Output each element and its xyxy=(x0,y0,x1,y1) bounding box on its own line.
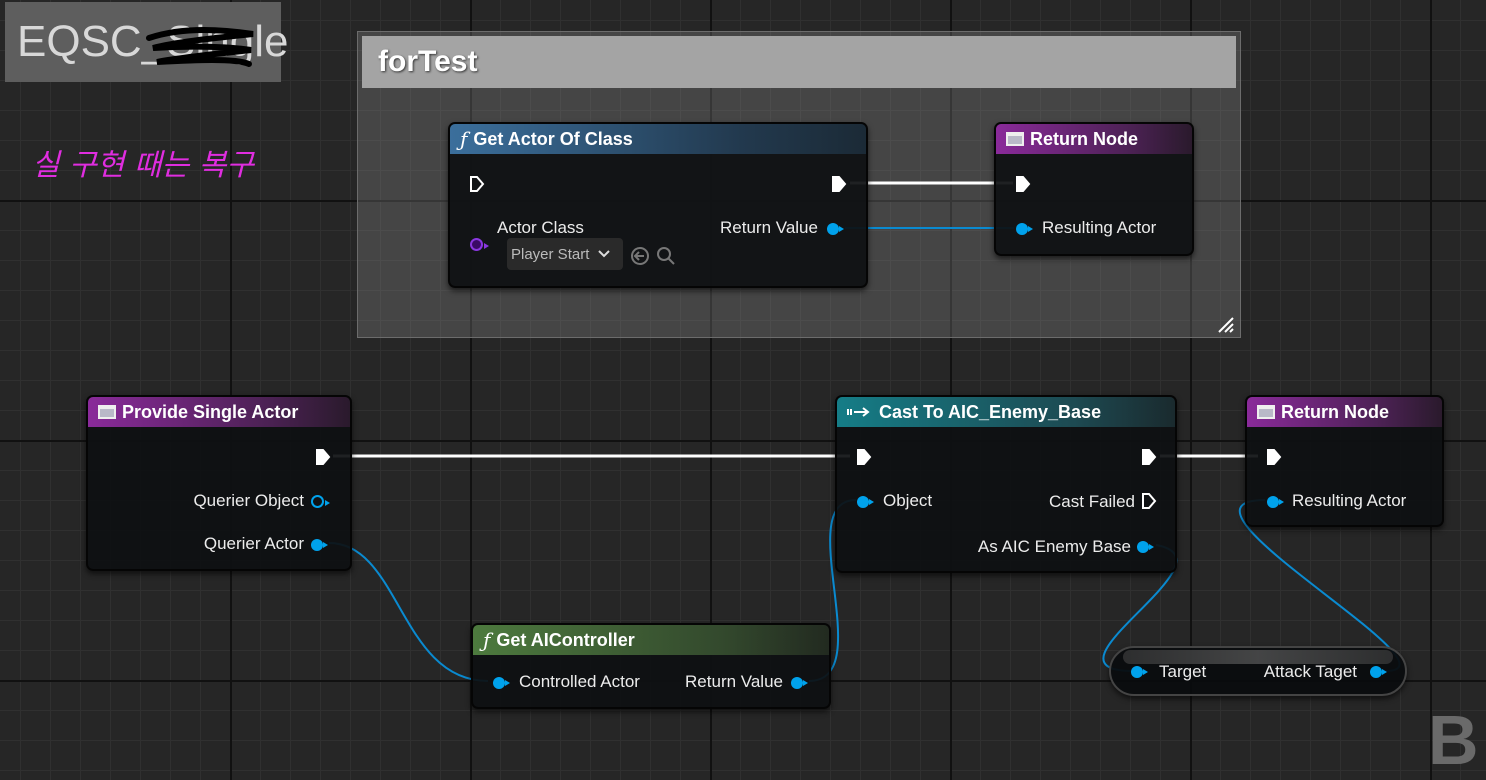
node-title: Get AIController xyxy=(496,629,635,650)
return-value-pin[interactable] xyxy=(791,677,808,689)
return-value-pin[interactable] xyxy=(827,223,844,235)
object-pin[interactable] xyxy=(857,496,874,508)
node-get-aicontroller[interactable]: ƒ Get AIController Controlled Actor Retu… xyxy=(471,623,831,709)
querier-object-pin[interactable] xyxy=(311,495,330,508)
as-aic-enemy-base-pin[interactable] xyxy=(1137,541,1154,553)
node-get-actor-of-class[interactable]: ƒ Get Actor Of Class Actor Class Player … xyxy=(448,122,868,288)
actor-class-pin[interactable] xyxy=(470,238,489,251)
exec-in-pin-icon[interactable] xyxy=(1015,175,1031,193)
node-cast-to-aic-enemy-base[interactable]: Cast To AIC_Enemy_Base Object Cast Faile… xyxy=(835,395,1177,573)
event-icon xyxy=(1257,405,1275,419)
comment-title[interactable]: forTest xyxy=(362,36,1236,88)
as-aic-enemy-base-label: As AIC Enemy Base xyxy=(977,537,1131,556)
cast-failed-exec-pin-icon[interactable] xyxy=(1141,492,1157,510)
blueprint-title: EQSC_Single xyxy=(5,2,288,82)
node-title: Return Node xyxy=(1030,128,1138,149)
node-header[interactable]: ƒ Get Actor Of Class xyxy=(450,124,866,154)
exec-out-pin-icon[interactable] xyxy=(831,175,847,193)
return-value-label: Return Value xyxy=(720,218,818,237)
watermark-letter: B xyxy=(1428,701,1479,779)
target-pin[interactable] xyxy=(1131,666,1148,678)
object-label: Object xyxy=(883,491,933,510)
function-icon: ƒ xyxy=(483,628,491,652)
return-value-label: Return Value xyxy=(685,672,783,691)
actor-class-dropdown[interactable]: Player Start xyxy=(507,238,623,270)
chevron-down-icon xyxy=(598,250,611,258)
event-icon xyxy=(98,405,116,419)
node-return-bottom[interactable]: Return Node Resulting Actor xyxy=(1245,395,1444,527)
querier-object-label: Querier Object xyxy=(193,491,304,510)
attack-taget-label: Attack Taget xyxy=(1263,662,1357,681)
comment-note-text: 실 구현 때는 복구 xyxy=(32,148,254,183)
exec-out-pin-icon[interactable] xyxy=(1141,448,1157,466)
event-icon xyxy=(1006,132,1024,146)
resulting-actor-label: Resulting Actor xyxy=(1292,491,1407,510)
node-attack-target-getter[interactable]: Target Attack Taget xyxy=(1109,646,1407,696)
cast-failed-label: Cast Failed xyxy=(1049,492,1135,511)
node-title: Cast To AIC_Enemy_Base xyxy=(879,401,1102,422)
exec-out-pin-icon[interactable] xyxy=(315,448,331,466)
exec-in-pin-icon[interactable] xyxy=(1266,448,1282,466)
exec-in-pin-icon[interactable] xyxy=(856,448,872,466)
node-title: Provide Single Actor xyxy=(122,401,299,422)
node-title: Return Node xyxy=(1281,401,1389,422)
node-header[interactable]: Provide Single Actor xyxy=(88,397,350,427)
node-header[interactable]: ƒ Get AIController xyxy=(473,625,829,655)
attack-taget-pin[interactable] xyxy=(1370,666,1387,678)
resulting-actor-pin[interactable] xyxy=(1267,496,1284,508)
controlled-actor-pin[interactable] xyxy=(493,677,510,689)
node-header[interactable]: Cast To AIC_Enemy_Base xyxy=(837,397,1175,427)
controlled-actor-label: Controlled Actor xyxy=(519,672,640,691)
use-selected-arrow-icon[interactable] xyxy=(630,246,650,266)
node-header[interactable]: Return Node xyxy=(996,124,1192,154)
scribble-redaction-icon xyxy=(146,27,254,67)
node-return-top[interactable]: Return Node Resulting Actor xyxy=(994,122,1194,256)
browse-search-icon[interactable] xyxy=(656,246,676,266)
querier-actor-label: Querier Actor xyxy=(203,534,304,553)
resulting-actor-label: Resulting Actor xyxy=(1042,218,1157,237)
actor-class-label: Actor Class xyxy=(497,218,584,237)
data-wire-querier xyxy=(328,542,489,682)
target-label: Target xyxy=(1159,662,1207,681)
node-title: Get Actor Of Class xyxy=(473,128,633,149)
node-provide-single-actor[interactable]: Provide Single Actor Querier Object Quer… xyxy=(86,395,352,571)
resulting-actor-pin[interactable] xyxy=(1016,223,1033,235)
actor-class-value: Player Start xyxy=(511,245,590,263)
node-header[interactable]: Return Node xyxy=(1247,397,1442,427)
function-icon: ƒ xyxy=(460,127,468,151)
resize-handle-icon[interactable] xyxy=(1216,315,1234,333)
cast-arrow-icon xyxy=(847,407,870,417)
querier-actor-pin[interactable] xyxy=(311,539,328,551)
exec-in-pin-icon[interactable] xyxy=(469,175,485,193)
